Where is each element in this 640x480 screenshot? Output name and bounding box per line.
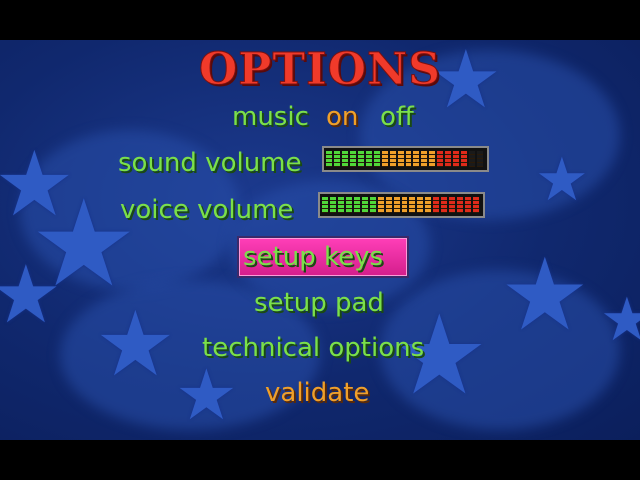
volume-segment	[361, 197, 368, 213]
volume-segment	[349, 151, 356, 167]
volume-segment	[389, 151, 396, 167]
star-icon: ★	[95, 292, 176, 397]
star-icon: ★	[535, 145, 589, 215]
volume-segment	[473, 197, 480, 213]
star-icon: ★	[0, 248, 62, 341]
volume-segment	[373, 151, 380, 167]
star-icon: ★	[175, 354, 238, 436]
page-title: OPTIONS	[198, 44, 442, 96]
sound-volume-label: sound volume	[118, 148, 302, 178]
star-icon: ★	[600, 285, 640, 355]
volume-segment	[409, 197, 416, 213]
volume-segment	[461, 151, 468, 167]
bottom-letterbox	[0, 440, 640, 480]
volume-segment	[369, 197, 376, 213]
volume-segment	[381, 151, 388, 167]
music-off-option[interactable]: off	[380, 102, 414, 132]
volume-segment	[465, 197, 472, 213]
volume-segment	[417, 197, 424, 213]
volume-segment	[333, 151, 340, 167]
volume-segment	[401, 197, 408, 213]
star-icon: ★	[500, 236, 590, 353]
volume-segment	[433, 197, 440, 213]
volume-segment	[353, 197, 360, 213]
volume-segment	[469, 151, 476, 167]
volume-segment	[453, 151, 460, 167]
volume-segment	[377, 197, 384, 213]
music-on-option[interactable]: on	[326, 102, 358, 132]
volume-segment	[393, 197, 400, 213]
volume-segment	[357, 151, 364, 167]
validate-button[interactable]: validate	[265, 378, 369, 408]
volume-segment	[421, 151, 428, 167]
volume-segment	[345, 197, 352, 213]
volume-segment	[365, 151, 372, 167]
volume-segment	[445, 151, 452, 167]
volume-segment	[413, 151, 420, 167]
voice-volume-label: voice volume	[120, 195, 294, 225]
volume-segment	[425, 197, 432, 213]
setup-keys-button[interactable]: setup keys	[243, 242, 383, 272]
volume-segment	[341, 151, 348, 167]
volume-segment	[397, 151, 404, 167]
volume-segment	[329, 197, 336, 213]
volume-segment	[337, 197, 344, 213]
volume-segment	[449, 197, 456, 213]
music-label: music	[232, 102, 309, 132]
top-letterbox	[0, 0, 640, 40]
volume-segment	[441, 197, 448, 213]
volume-segment	[326, 151, 332, 167]
voice-volume-slider[interactable]	[318, 192, 485, 218]
volume-segment	[477, 151, 484, 167]
volume-segment	[437, 151, 444, 167]
sound-volume-slider[interactable]	[322, 146, 489, 172]
volume-segment	[385, 197, 392, 213]
volume-segment	[457, 197, 464, 213]
volume-segment	[322, 197, 328, 213]
volume-segment	[405, 151, 412, 167]
setup-pad-button[interactable]: setup pad	[254, 288, 384, 318]
voice-volume-level	[322, 197, 481, 213]
technical-options-button[interactable]: technical options	[202, 333, 424, 363]
sound-volume-level	[326, 151, 485, 167]
volume-segment	[429, 151, 436, 167]
